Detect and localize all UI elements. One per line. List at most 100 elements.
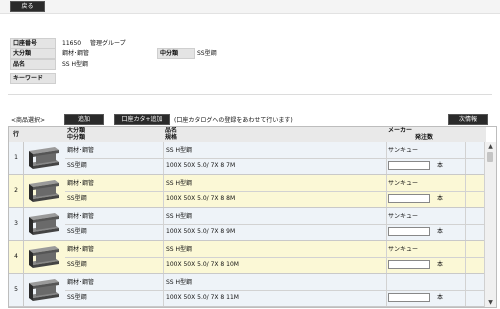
product-name-label: 品名 (10, 59, 56, 70)
middle-category-cell: SS型鋼 (67, 261, 87, 268)
row-number: 4 (9, 241, 24, 273)
spec-cell: 100X 50X 5.0/ 7X 8 9M (166, 228, 236, 235)
spec-cell: 100X 50X 5.0/ 7X 8 10M (166, 261, 239, 268)
column-divider (163, 208, 164, 240)
major-category-cell: 鋼材･鋼管 (67, 279, 95, 286)
column-divider (163, 175, 164, 207)
h-beam-icon (25, 277, 63, 303)
row-number: 5 (9, 274, 24, 306)
vertical-scrollbar[interactable]: ▲ ▼ (484, 142, 496, 307)
quantity-input[interactable] (388, 227, 430, 236)
unit-label: 本 (437, 228, 444, 235)
keyword-label: キーワード (10, 73, 56, 84)
row-divider (65, 191, 486, 192)
column-divider (465, 274, 466, 306)
product-name-value: SS H型鋼 (62, 61, 89, 68)
unit-label: 本 (437, 294, 444, 301)
h-beam-icon (25, 145, 63, 171)
middle-category-cell: SS型鋼 (67, 294, 87, 301)
catalog-note: (口座カタログへの登録をあわせて行います) (174, 117, 293, 124)
grid-header: 行 大分類 中分類 品名 規格 メーカー 発注数 (9, 127, 486, 143)
row-divider (65, 290, 486, 291)
row-divider (65, 257, 486, 258)
product-name-cell: SS H型鋼 (166, 213, 193, 220)
quantity-input[interactable] (388, 161, 430, 170)
unit-label: 本 (437, 195, 444, 202)
column-divider (386, 175, 387, 207)
column-divider (386, 208, 387, 240)
h-beam-icon (25, 178, 63, 204)
product-name-cell: SS H型鋼 (166, 246, 193, 253)
h-beam-icon (25, 244, 63, 270)
major-category-cell: 鋼材･鋼管 (67, 246, 95, 253)
scroll-down-icon[interactable]: ▼ (485, 298, 496, 307)
scroll-thumb[interactable] (487, 152, 493, 162)
divider (8, 94, 492, 95)
major-category-cell: 鋼材･鋼管 (67, 147, 95, 154)
table-row: 3 鋼材･鋼管 SS型鋼 SS H型鋼 100X 50X 5.0/ 7X 8 9M サンキ… (9, 208, 486, 241)
table-row: 4 鋼材･鋼管 SS型鋼 SS H型鋼 100X 50X 5.0/ 7X 8 10M サン… (9, 241, 486, 274)
column-divider (163, 274, 164, 306)
column-divider (465, 175, 466, 207)
middle-category-label: 中分類 (157, 48, 195, 59)
column-divider (386, 274, 387, 306)
product-grid: 行 大分類 中分類 品名 規格 メーカー 発注数 1 鋼材･鋼管 SS型鋼 SS H型… (8, 126, 497, 308)
spec-cell: 100X 50X 5.0/ 7X 8 8M (166, 195, 236, 202)
product-select-label: <商品選択> (11, 117, 46, 124)
row-divider (65, 158, 486, 159)
column-divider (465, 208, 466, 240)
major-category-cell: 鋼材･鋼管 (67, 213, 95, 220)
table-row: 5 鋼材･鋼管 SS型鋼 SS H型鋼 100X 50X 5.0/ 7X 8 11M 本 (9, 274, 486, 307)
top-toolbar: 戻る (0, 0, 500, 14)
middle-category-cell: SS型鋼 (67, 162, 87, 169)
column-divider (386, 241, 387, 273)
header-middle: 中分類 (67, 134, 86, 141)
unit-label: 本 (437, 162, 444, 169)
column-divider (386, 142, 387, 174)
row-number: 1 (9, 142, 24, 174)
maker-cell: サンキュー (388, 180, 419, 187)
major-category-cell: 鋼材･鋼管 (67, 180, 95, 187)
row-number: 3 (9, 208, 24, 240)
h-beam-icon (25, 211, 63, 237)
group-value: 管理グループ (90, 40, 126, 47)
column-divider (163, 241, 164, 273)
grid-rows: 1 鋼材･鋼管 SS型鋼 SS H型鋼 100X 50X 5.0/ 7X 8 7M サンキ… (9, 142, 486, 307)
product-name-cell: SS H型鋼 (166, 279, 193, 286)
add-catalog-button[interactable]: 口座カタ+追加 (114, 114, 170, 125)
middle-category-cell: SS型鋼 (67, 228, 87, 235)
scroll-up-icon[interactable]: ▲ (485, 142, 496, 151)
middle-category-cell: SS型鋼 (67, 195, 87, 202)
major-category-value: 鋼材･鋼管 (62, 50, 90, 57)
quantity-input[interactable] (388, 260, 430, 269)
column-divider (465, 142, 466, 174)
header-name: 品名 (165, 127, 178, 134)
product-name-cell: SS H型鋼 (166, 147, 193, 154)
spec-cell: 100X 50X 5.0/ 7X 8 7M (166, 162, 236, 169)
middle-category-value: SS型鋼 (197, 50, 217, 57)
header-row: 行 (13, 131, 20, 138)
major-category-label: 大分類 (10, 48, 56, 59)
column-divider (163, 142, 164, 174)
spec-cell: 100X 50X 5.0/ 7X 8 11M (166, 294, 239, 301)
row-number: 2 (9, 175, 24, 207)
table-row: 1 鋼材･鋼管 SS型鋼 SS H型鋼 100X 50X 5.0/ 7X 8 7M サンキ… (9, 142, 486, 175)
column-divider (465, 241, 466, 273)
header-qty: 発注数 (415, 134, 434, 141)
table-row: 2 鋼材･鋼管 SS型鋼 SS H型鋼 100X 50X 5.0/ 7X 8 8M サンキ… (9, 175, 486, 208)
unit-label: 本 (437, 261, 444, 268)
maker-cell: サンキュー (388, 147, 419, 154)
maker-cell: サンキュー (388, 246, 419, 253)
content-panel: 口座番号 11650 管理グループ 大分類 鋼材･鋼管 中分類 SS型鋼 品名 … (0, 14, 500, 309)
row-divider (65, 224, 486, 225)
quantity-input[interactable] (388, 293, 430, 302)
header-maker: メーカー (388, 127, 413, 134)
header-spec: 規格 (165, 134, 178, 141)
quantity-input[interactable] (388, 194, 430, 203)
add-button[interactable]: 追加 (64, 114, 104, 125)
next-info-button[interactable]: 次情報 (448, 114, 488, 125)
back-button[interactable]: 戻る (10, 1, 45, 12)
product-name-cell: SS H型鋼 (166, 180, 193, 187)
header-major: 大分類 (67, 127, 86, 134)
maker-cell: サンキュー (388, 213, 419, 220)
